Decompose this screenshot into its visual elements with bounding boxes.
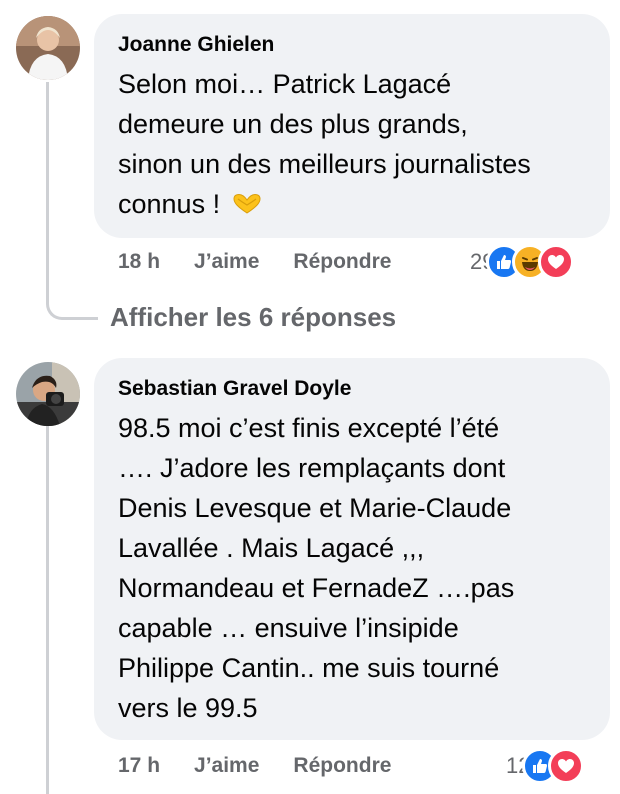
like-button[interactable]: J’aime: [194, 754, 259, 778]
comment-actions: 17 h J’aime Répondre: [118, 754, 391, 778]
avatar[interactable]: [16, 16, 80, 80]
reaction-summary[interactable]: 12: [506, 748, 585, 784]
comment-bubble: Joanne Ghielen Selon moi… Patrick Lagacé…: [94, 14, 610, 238]
comment-author[interactable]: Sebastian Gravel Doyle: [118, 376, 586, 402]
comment-text: Selon moi… Patrick Lagacé demeure un des…: [118, 64, 586, 226]
comment-timestamp[interactable]: 18 h: [118, 250, 160, 274]
like-button[interactable]: J’aime: [194, 250, 259, 274]
comment-text: 98.5 moi c’est finis excepté l’été …. J’…: [118, 413, 515, 723]
thread-line: [46, 426, 49, 794]
comment-bubble: Sebastian Gravel Doyle 98.5 moi c’est fi…: [94, 358, 610, 740]
thread-elbow: [46, 290, 98, 320]
love-reaction-icon: [548, 748, 585, 784]
reply-button[interactable]: Répondre: [293, 754, 391, 778]
comment-timestamp[interactable]: 17 h: [118, 754, 160, 778]
reaction-summary[interactable]: 29: [470, 244, 575, 280]
avatar[interactable]: [16, 362, 80, 426]
view-replies-link[interactable]: Afficher les 6 réponses: [110, 302, 396, 333]
comment-actions: 18 h J’aime Répondre: [118, 250, 391, 274]
love-reaction-icon: [538, 244, 575, 280]
thread-line: [46, 82, 49, 304]
heart-hands-icon: [232, 186, 262, 226]
comment-author[interactable]: Joanne Ghielen: [118, 32, 586, 58]
reply-button[interactable]: Répondre: [293, 250, 391, 274]
